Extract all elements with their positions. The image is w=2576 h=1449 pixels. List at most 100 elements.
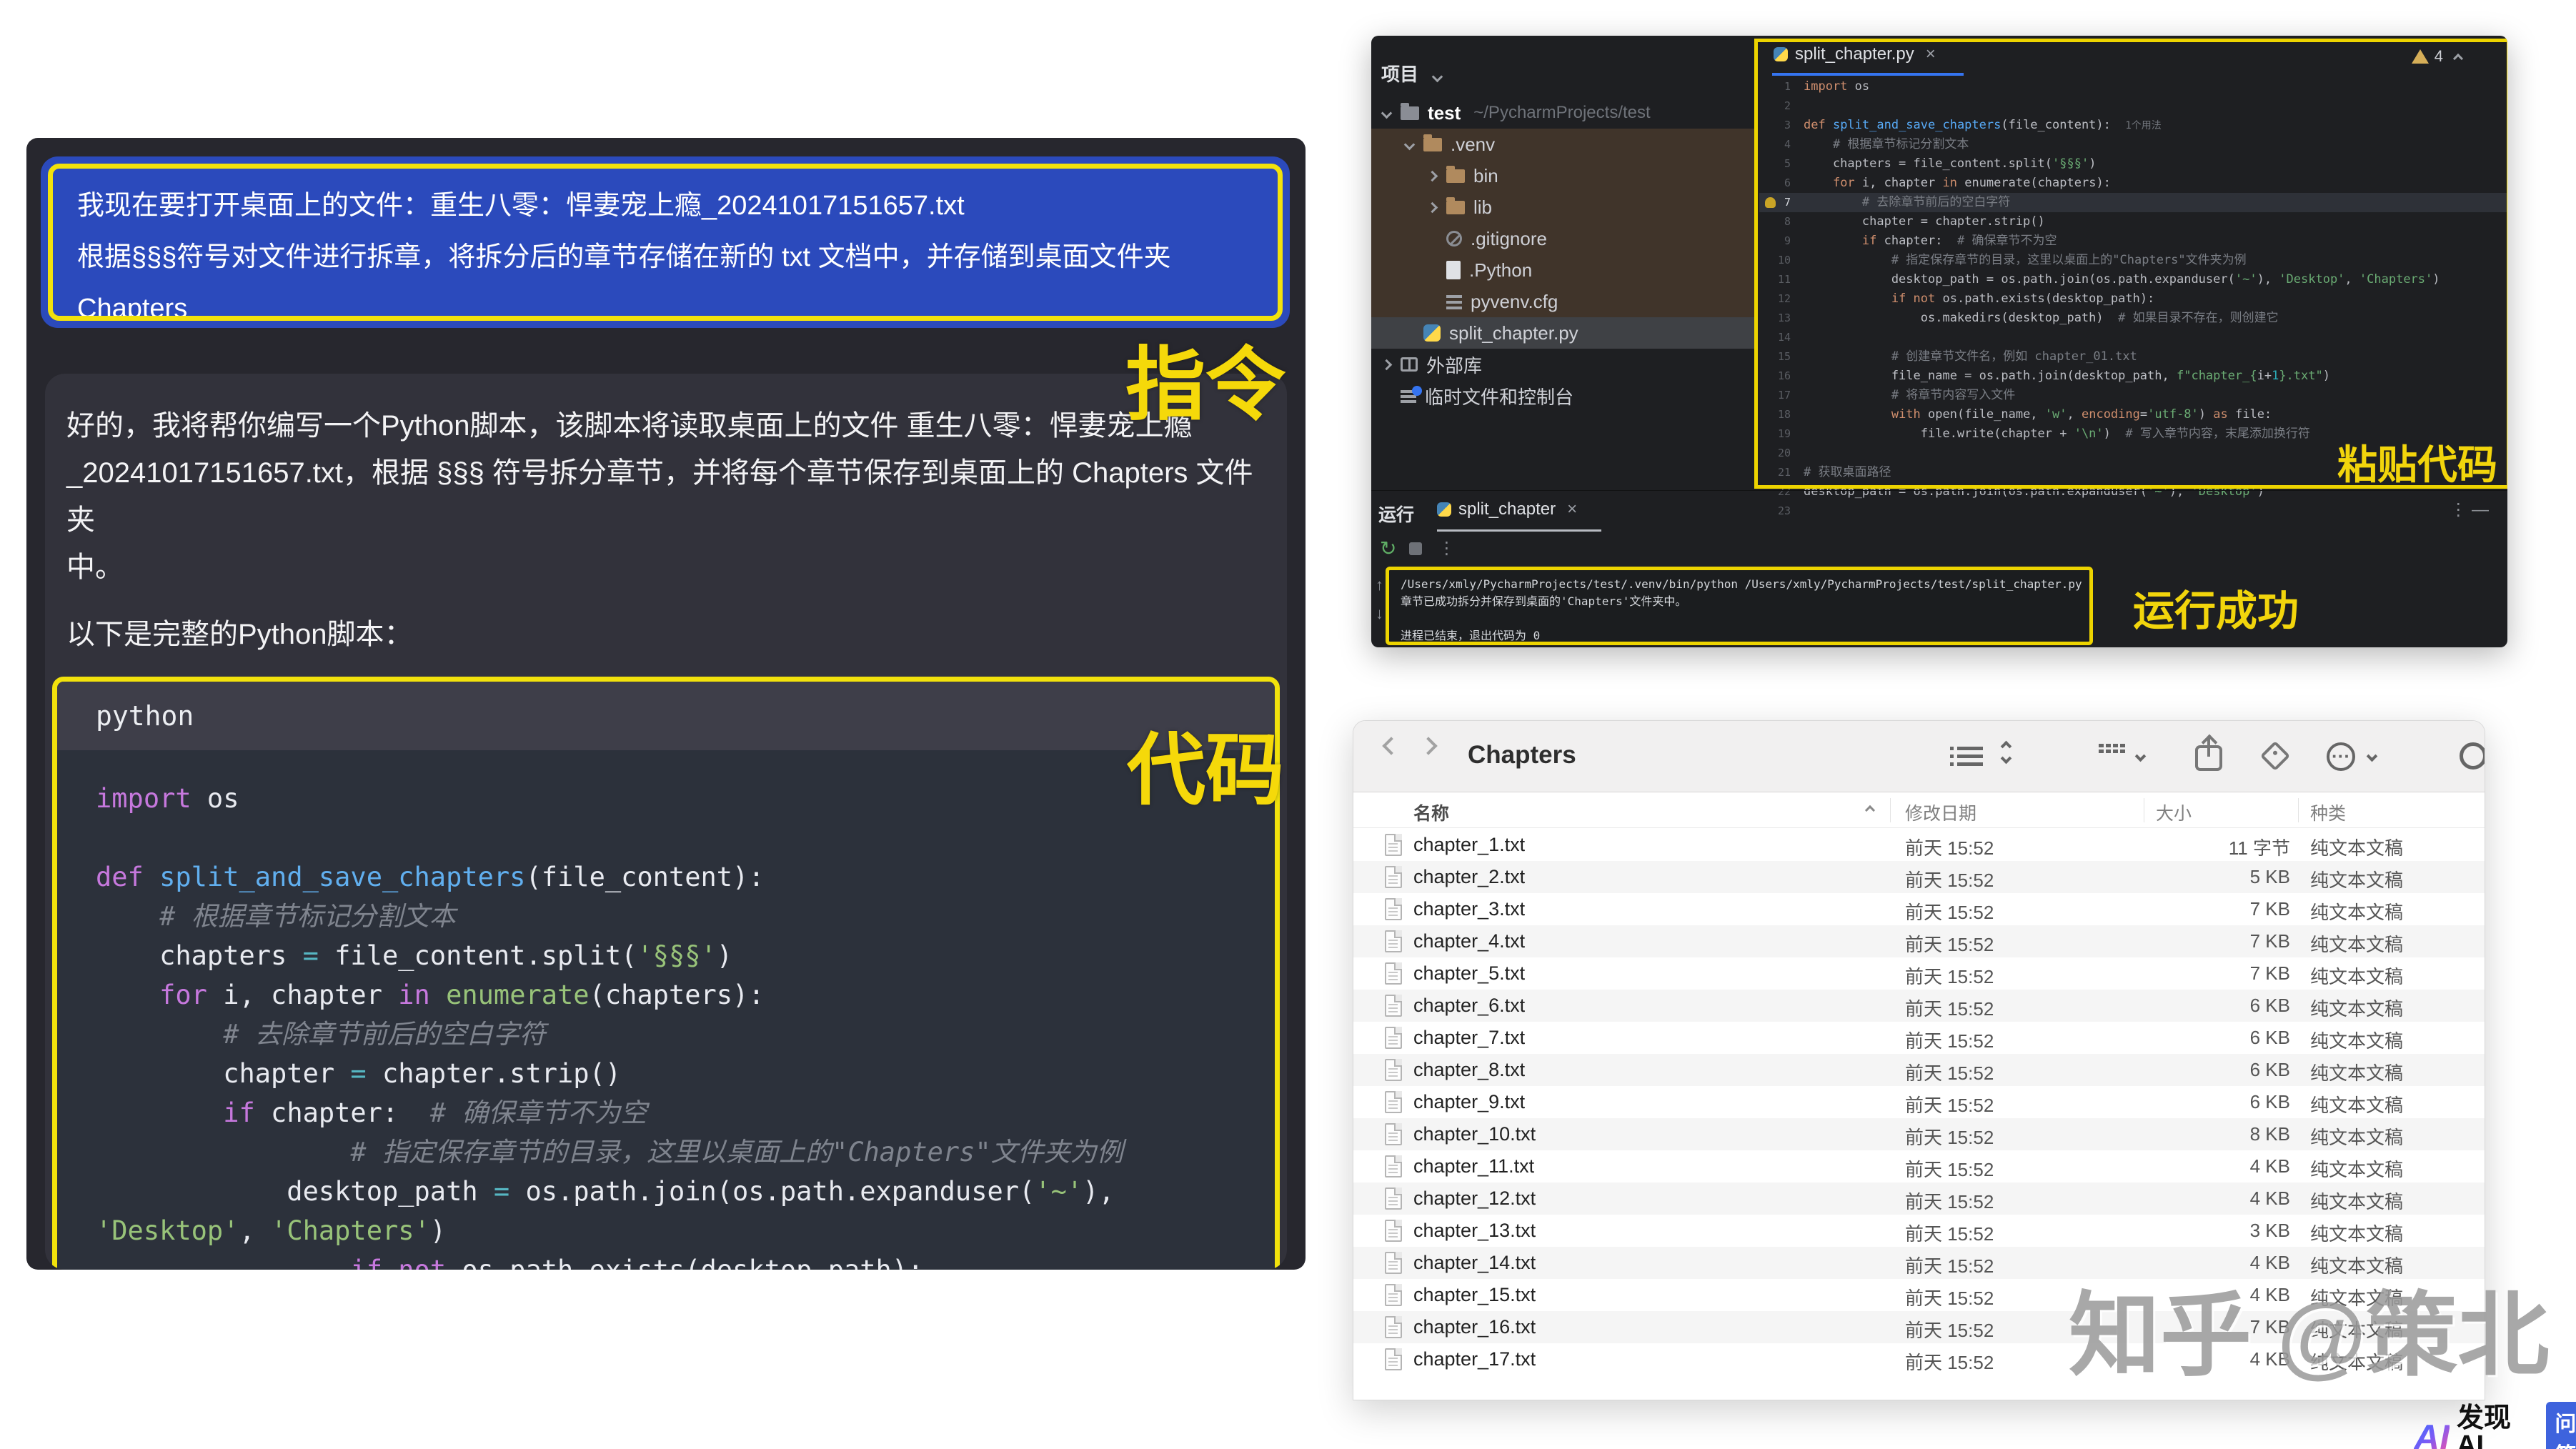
file-row-chapter_8.txt[interactable]: chapter_8.txt 前天 15:52 6 KB 纯文本文稿	[1353, 1054, 2485, 1086]
stop-icon[interactable]	[1409, 542, 1423, 555]
editor-line[interactable]: 2	[1759, 96, 2507, 116]
sidebar-item--[interactable]: 外部库	[1371, 349, 1756, 380]
editor-line[interactable]: 18 with open(file_name, 'w', encoding='u…	[1759, 405, 2507, 424]
file-row-chapter_2.txt[interactable]: chapter_2.txt 前天 15:52 5 KB 纯文本文稿	[1353, 861, 2485, 893]
file-row-chapter_6.txt[interactable]: chapter_6.txt 前天 15:52 6 KB 纯文本文稿	[1353, 990, 2485, 1022]
sidebar-item-test[interactable]: test ~/PycharmProjects/test	[1371, 97, 1756, 129]
file-row-chapter_10.txt[interactable]: chapter_10.txt 前天 15:52 8 KB 纯文本文稿	[1353, 1118, 2485, 1150]
chevron-up-icon	[2452, 53, 2464, 64]
file-row-chapter_7.txt[interactable]: chapter_7.txt 前天 15:52 6 KB 纯文本文稿	[1353, 1022, 2485, 1054]
code-token: os.path.exists(desktop_path):	[1935, 292, 2155, 306]
code-token: encoding	[2081, 407, 2140, 422]
editor-line[interactable]: 3 def split_and_save_chapters(file_conten…	[1759, 116, 2507, 135]
sort-arrows-icon[interactable]	[2000, 740, 2012, 765]
code-line: # 指定保存章节的目录，这里以桌面上的"Chapters"文件夹为例	[96, 1132, 1236, 1172]
code-token: # 获取桌面路径	[1804, 465, 1891, 479]
text-document-icon	[1385, 834, 1402, 856]
search-icon[interactable]	[2460, 742, 2485, 770]
editor-line[interactable]: 1 import os	[1759, 77, 2507, 96]
rerun-icon[interactable]: ↻	[1380, 537, 1396, 560]
file-row-chapter_13.txt[interactable]: chapter_13.txt 前天 15:52 3 KB 纯文本文稿	[1353, 1215, 2485, 1247]
group-view-icon[interactable]	[2097, 744, 2125, 768]
list-view-icon[interactable]	[1950, 747, 1983, 750]
editor-line[interactable]: 10 # 指定保存章节的目录，这里以桌面上的"Chapters"文件夹为例	[1759, 251, 2507, 270]
file-row-chapter_9.txt[interactable]: chapter_9.txt 前天 15:52 6 KB 纯文本文稿	[1353, 1086, 2485, 1118]
python-file-icon	[1774, 47, 1788, 61]
sidebar-item--[interactable]: 临时文件和控制台	[1371, 380, 1756, 412]
more-actions-icon[interactable]: ···	[2327, 742, 2355, 771]
code-token: chapter = chapter.strip()	[1804, 214, 2045, 229]
code-token: with	[1891, 407, 1921, 422]
close-icon[interactable]: ×	[1567, 499, 1577, 519]
sidebar-item--venv[interactable]: .venv	[1371, 129, 1756, 160]
lightbulb-icon[interactable]	[1765, 197, 1776, 208]
sidebar-item-pyvenv-cfg[interactable]: pyvenv.cfg	[1371, 286, 1756, 317]
text-document-icon	[1385, 1348, 1402, 1370]
column-divider[interactable]	[2298, 798, 2299, 822]
close-icon[interactable]: ×	[1926, 44, 1936, 64]
column-header-date[interactable]: 修改日期	[1905, 800, 1976, 825]
file-date-modified: 前天 15:52	[1905, 998, 1994, 1020]
column-header-kind[interactable]: 种类	[2310, 800, 2346, 825]
tag-icon[interactable]	[2259, 740, 2291, 772]
code-token: '§§§'	[2052, 156, 2089, 171]
editor-line[interactable]: 8 chapter = chapter.strip()	[1759, 212, 2507, 231]
file-date-modified: 前天 15:52	[1905, 1223, 1994, 1245]
run-tab-split-chapter[interactable]: split_chapter ×	[1437, 499, 1577, 519]
share-icon[interactable]	[2195, 738, 2222, 771]
tab-split-chapter-py[interactable]: split_chapter.py ×	[1774, 44, 1936, 64]
editor-line[interactable]: 15 # 创建章节文件名，例如 chapter_01.txt	[1759, 347, 2507, 367]
file-row-chapter_5.txt[interactable]: chapter_5.txt 前天 15:52 7 KB 纯文本文稿	[1353, 957, 2485, 990]
editor-code-area[interactable]: 1 import os 2 3 def split_and_save_chapters(…	[1759, 77, 2507, 517]
line-number: 4	[1784, 138, 1791, 151]
file-row-chapter_1.txt[interactable]: chapter_1.txt 前天 15:52 11 字节 纯文本文稿	[1353, 829, 2485, 861]
back-icon[interactable]	[1382, 737, 1401, 755]
editor-line[interactable]: 5 chapters = file_content.split('§§§')	[1759, 154, 2507, 174]
sidebar-item--gitignore[interactable]: .gitignore	[1371, 223, 1756, 254]
editor-line[interactable]: 7 # 去除章节前后的空白字符	[1759, 193, 2507, 212]
file-row-chapter_4.txt[interactable]: chapter_4.txt 前天 15:52 7 KB 纯文本文稿	[1353, 925, 2485, 957]
sidebar-item-split-chapter-py[interactable]: split_chapter.py	[1371, 317, 1756, 349]
console-scroll-icons[interactable]: ↑ ↓	[1376, 571, 1383, 628]
chevron-down-icon	[1431, 71, 1443, 83]
editor-line[interactable]: 13 os.makedirs(desktop_path) # 如果目录不存在，则…	[1759, 309, 2507, 328]
folder-icon	[1423, 134, 1442, 151]
run-panel-window-icons[interactable]: ⋮ —	[2450, 499, 2489, 520]
line-number: 19	[1777, 427, 1791, 440]
column-header-name[interactable]: 名称	[1413, 800, 1449, 825]
file-kind: 纯文本文稿	[2310, 934, 2404, 955]
file-row-chapter_11.txt[interactable]: chapter_11.txt 前天 15:52 4 KB 纯文本文稿	[1353, 1150, 2485, 1182]
editor-line[interactable]: 4 # 根据章节标记分割文本	[1759, 135, 2507, 154]
file-row-chapter_12.txt[interactable]: chapter_12.txt 前天 15:52 4 KB 纯文本文稿	[1353, 1182, 2485, 1215]
forward-icon[interactable]	[1419, 737, 1438, 755]
file-row-chapter_3.txt[interactable]: chapter_3.txt 前天 15:52 7 KB 纯文本文稿	[1353, 893, 2485, 925]
chevron-down-icon[interactable]	[2366, 750, 2378, 764]
file-date-modified: 前天 15:52	[1905, 870, 1994, 891]
inspection-widget[interactable]: 4	[2411, 47, 2464, 66]
run-tab-label: split_chapter	[1458, 499, 1556, 519]
run-toolwindow-label[interactable]: 运行	[1378, 501, 1414, 527]
project-panel-header[interactable]: 项目	[1381, 60, 1451, 86]
editor-line[interactable]: 16 file_name = os.path.join(desktop_path…	[1759, 367, 2507, 386]
editor-line[interactable]: 6 for i, chapter in enumerate(chapters):	[1759, 174, 2507, 193]
assistant-message-bubble: 好的，我将帮你编写一个Python脚本，该脚本将读取桌面上的文件 重生八零：悍妻…	[45, 374, 1287, 1270]
user-message-line: 根据§§§符号对文件进行拆章，将拆分后的章节存储在新的 txt 文档中，并存储到…	[77, 242, 1171, 321]
editor-line[interactable]: 17 # 将章节内容写入文件	[1759, 386, 2507, 405]
more-options-icon[interactable]: ⋮	[1438, 538, 1455, 559]
sidebar-item-bin[interactable]: bin	[1371, 160, 1756, 191]
editor-line[interactable]: 12 if not os.path.exists(desktop_path):	[1759, 289, 2507, 309]
column-header-size[interactable]: 大小	[2156, 800, 2192, 825]
chat-code-lines: import os def split_and_save_chapters(fi…	[57, 750, 1275, 1270]
code-token: split_and_save_chapters	[159, 862, 526, 892]
editor-line[interactable]: 9 if chapter: # 确保章节不为空	[1759, 231, 2507, 251]
file-size: 11 字节	[2228, 837, 2290, 859]
sidebar-item-lib[interactable]: lib	[1371, 191, 1756, 223]
file-size: 7 KB	[2249, 898, 2290, 920]
editor-line[interactable]: 14	[1759, 328, 2507, 347]
chevron-down-icon[interactable]	[2134, 750, 2147, 764]
text-document-icon	[1385, 1155, 1402, 1177]
sidebar-item--python[interactable]: .Python	[1371, 254, 1756, 286]
text-document-icon	[1385, 1187, 1402, 1210]
editor-line[interactable]: 11 desktop_path = os.path.join(os.path.e…	[1759, 270, 2507, 289]
column-divider[interactable]	[1890, 798, 1891, 822]
